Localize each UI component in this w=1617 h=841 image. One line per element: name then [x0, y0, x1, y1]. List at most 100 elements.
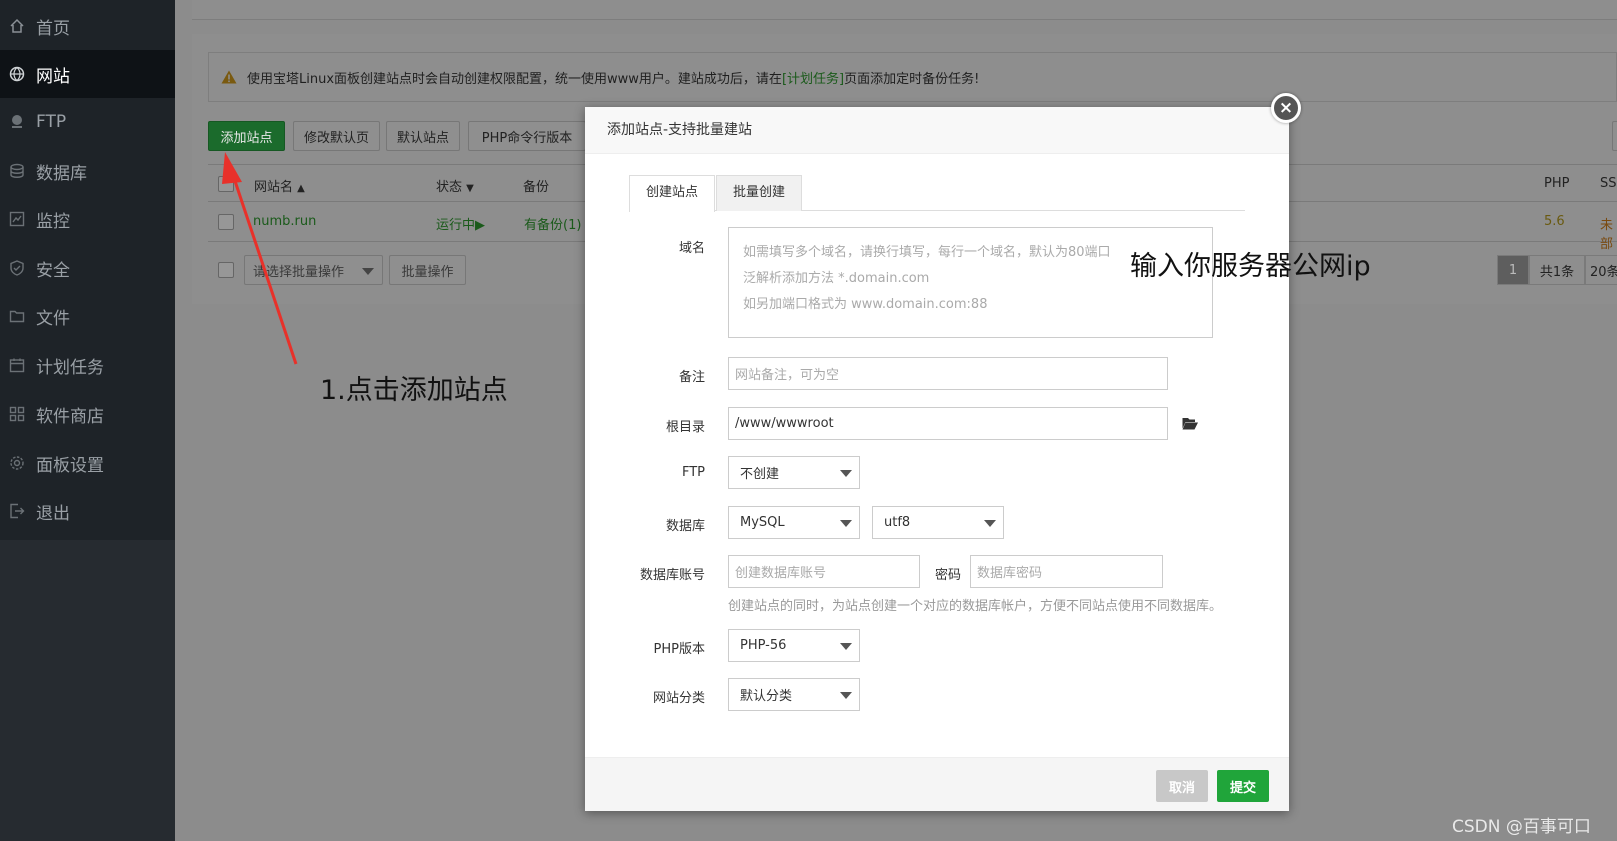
globe-icon	[8, 65, 26, 83]
column-header-ssl: SSL	[1600, 176, 1617, 191]
chevron-down-icon	[840, 643, 852, 650]
sidebar-item-label: 数据库	[36, 163, 87, 184]
chevron-down-icon	[984, 520, 996, 527]
php-version-label: PHP版本	[653, 642, 705, 657]
select-all-checkbox[interactable]	[218, 176, 234, 192]
modal-footer: 取消 提交	[585, 757, 1289, 811]
home-icon	[8, 17, 26, 35]
sidebar-item-settings[interactable]: 面板设置	[0, 439, 175, 487]
site-php-version[interactable]: 5.6	[1544, 214, 1565, 229]
calendar-icon	[8, 356, 26, 374]
database-icon	[8, 162, 26, 180]
site-backup[interactable]: 有备份(1)	[524, 214, 581, 233]
modal-title: 添加站点-支持批量建站	[585, 107, 1289, 154]
sidebar-item-cron[interactable]: 计划任务	[0, 341, 175, 389]
modal-tabs: 创建站点 批量创建	[629, 175, 1245, 212]
sidebar-item-home[interactable]: 首页	[0, 2, 175, 50]
gear-icon	[8, 454, 26, 472]
db-account-label: 数据库账号	[639, 568, 705, 583]
chevron-down-icon	[840, 470, 852, 477]
column-header-status[interactable]: 状态 ▼	[436, 176, 474, 195]
sidebar-item-monitor[interactable]: 监控	[0, 195, 175, 243]
tab-create-site[interactable]: 创建站点	[629, 175, 716, 212]
shield-icon	[8, 259, 26, 277]
database-charset-select[interactable]: utf8	[872, 506, 1004, 539]
sidebar-item-website[interactable]: 网站	[0, 50, 175, 98]
database-label: 数据库	[665, 519, 705, 534]
remark-input[interactable]: 网站备注，可为空	[728, 357, 1168, 390]
remark-label: 备注	[678, 370, 705, 385]
sidebar-item-logout[interactable]: 退出	[0, 487, 175, 535]
batch-select-checkbox[interactable]	[218, 262, 234, 278]
default-site-button[interactable]: 默认站点	[386, 121, 460, 151]
grid-icon	[8, 405, 26, 423]
domain-label: 域名	[678, 241, 705, 256]
db-password-label: 密码	[934, 568, 961, 583]
warning-icon	[221, 70, 237, 84]
tab-batch-create[interactable]: 批量创建	[716, 175, 803, 211]
submit-button[interactable]: 提交	[1217, 770, 1269, 802]
cron-link[interactable]: [计划任务]	[782, 68, 844, 87]
ftp-select[interactable]: 不创建	[728, 456, 860, 489]
sidebar-item-label: 文件	[36, 308, 70, 329]
chevron-down-icon	[840, 692, 852, 699]
pager-per-page[interactable]: 20条	[1585, 255, 1617, 285]
cancel-button[interactable]: 取消	[1156, 770, 1208, 802]
folder-icon	[8, 307, 26, 325]
column-header-backup: 备份	[523, 180, 550, 195]
search-box-edge[interactable]	[1612, 121, 1617, 151]
sidebar-footer-area	[0, 540, 175, 841]
ftp-icon	[8, 113, 26, 131]
category-select[interactable]: 默认分类	[728, 678, 860, 711]
sidebar-item-label: 面板设置	[36, 455, 104, 476]
ftp-label: FTP	[681, 465, 705, 480]
sidebar-item-label: 安全	[36, 260, 70, 281]
sidebar-item-ftp[interactable]: FTP	[0, 98, 175, 146]
database-type-select[interactable]: MySQL	[728, 506, 860, 539]
domain-placeholder-line: 如另加端口格式为 www.domain.com:88	[743, 297, 988, 312]
sidebar: 首页 网站 FTP 数据库 监控 安全 文件 计划任务 软件商店 面板设置 退出	[0, 0, 175, 841]
sidebar-item-label: FTP	[36, 112, 67, 132]
add-site-button[interactable]: 添加站点	[208, 121, 285, 151]
root-dir-input[interactable]: /www/wwwroot	[728, 407, 1168, 440]
sidebar-item-store[interactable]: 软件商店	[0, 390, 175, 438]
sidebar-item-label: 软件商店	[36, 406, 104, 427]
chevron-down-icon	[362, 268, 374, 275]
column-header-name[interactable]: 网站名 ▲	[254, 176, 305, 195]
php-version-select[interactable]: PHP-56	[728, 629, 860, 662]
column-header-php: PHP	[1544, 176, 1570, 191]
top-panel	[192, 0, 1617, 20]
sidebar-item-label: 首页	[36, 18, 70, 39]
folder-open-icon[interactable]	[1182, 416, 1198, 430]
sidebar-item-files[interactable]: 文件	[0, 292, 175, 340]
site-status[interactable]: 运行中▶	[436, 214, 485, 233]
sidebar-item-database[interactable]: 数据库	[0, 147, 175, 195]
site-ssl-status[interactable]: 未部	[1600, 214, 1617, 252]
pager-current-page[interactable]: 1	[1497, 255, 1529, 285]
sidebar-item-label: 监控	[36, 211, 70, 232]
close-icon[interactable]: ×	[1271, 93, 1301, 123]
add-site-modal: 添加站点-支持批量建站 创建站点 批量创建 域名 如需填写多个域名，请换行填写，…	[585, 107, 1289, 811]
notice-bar: 使用宝塔Linux面板创建站点时会自动创建权限配置，统一使用www用户。建站成功…	[208, 52, 1617, 102]
site-name-link[interactable]: numb.run	[253, 214, 316, 229]
batch-operation-button[interactable]: 批量操作	[389, 255, 466, 285]
step1-annotation: 1.点击添加站点	[320, 375, 508, 406]
row-checkbox[interactable]	[218, 214, 234, 230]
modify-default-page-button[interactable]: 修改默认页	[293, 121, 380, 151]
root-dir-label: 根目录	[665, 420, 705, 435]
logout-icon	[8, 502, 26, 520]
sidebar-item-label: 计划任务	[36, 357, 104, 378]
db-hint-text: 创建站点的同时，为站点创建一个对应的数据库帐户，方便不同站点使用不同数据库。	[728, 599, 1223, 614]
sidebar-item-label: 退出	[36, 503, 70, 524]
pager-total: 共1条	[1529, 255, 1585, 285]
php-cli-version-button[interactable]: PHP命令行版本	[468, 121, 586, 151]
sidebar-item-security[interactable]: 安全	[0, 244, 175, 292]
db-password-input[interactable]: 数据库密码	[970, 555, 1163, 588]
category-label: 网站分类	[652, 691, 705, 706]
monitor-icon	[8, 210, 26, 228]
sidebar-item-label: 网站	[36, 66, 70, 87]
chevron-down-icon	[840, 520, 852, 527]
notice-text: 使用宝塔Linux面板创建站点时会自动创建权限配置，统一使用www用户。建站成功…	[247, 71, 782, 87]
notice-text-tail: 页面添加定时备份任务!	[844, 71, 980, 87]
batch-operation-select[interactable]: 请选择批量操作	[244, 255, 383, 285]
